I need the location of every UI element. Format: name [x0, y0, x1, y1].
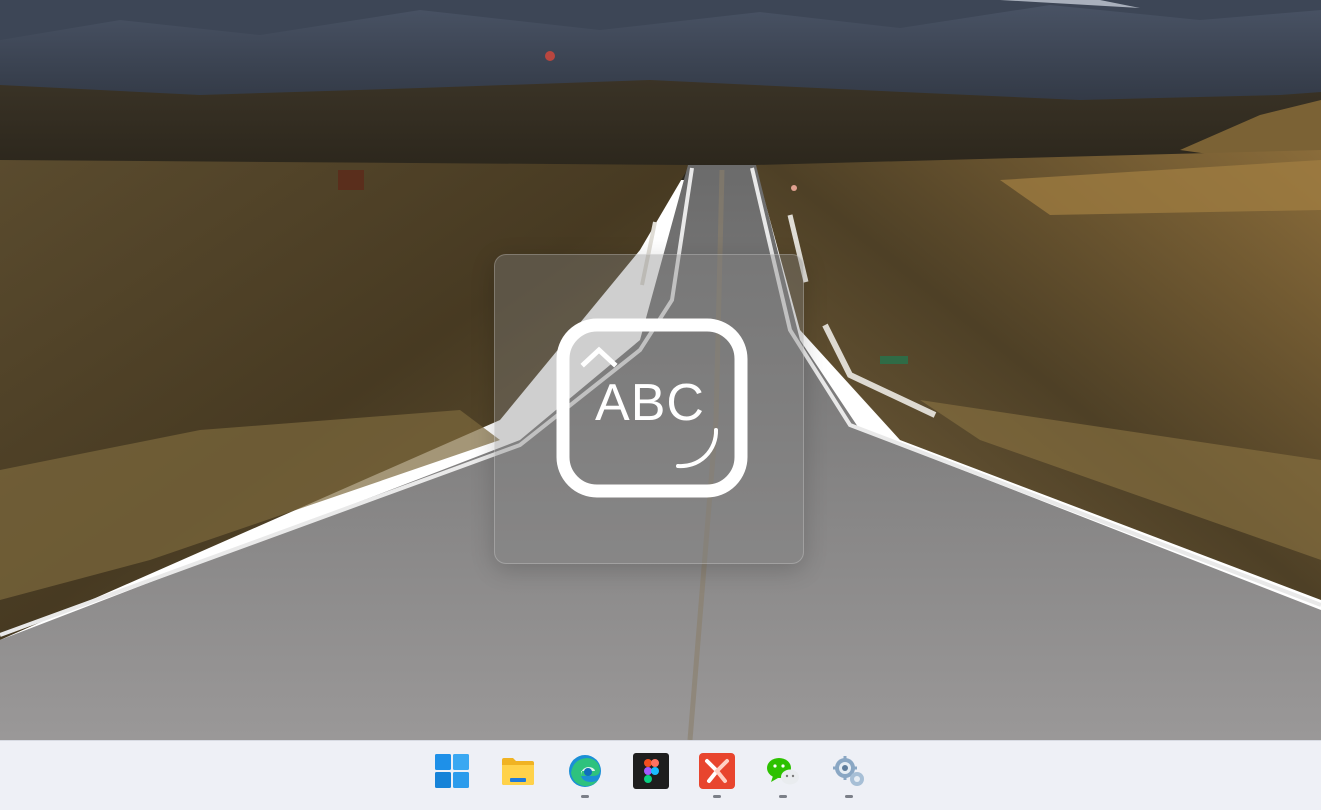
desktop: ABC [0, 0, 1321, 810]
settings-button[interactable] [826, 751, 872, 801]
folder-icon [502, 758, 534, 785]
caps-lock-indicator: ABC [494, 254, 804, 564]
xmind-icon [699, 753, 735, 789]
caps-lock-label: ABC [595, 374, 705, 432]
running-indicator [845, 795, 853, 798]
windows-start-icon [435, 754, 469, 788]
file-explorer-button[interactable] [495, 751, 541, 801]
running-indicator [779, 795, 787, 798]
wechat-button[interactable] [760, 751, 806, 801]
figma-button[interactable] [628, 751, 674, 801]
wechat-icon [767, 758, 799, 785]
edge-browser-button[interactable] [562, 751, 608, 801]
running-indicator [713, 795, 721, 798]
gears-icon [833, 756, 864, 786]
edge-browser-icon [569, 755, 601, 787]
taskbar [0, 740, 1321, 810]
figma-icon [633, 753, 669, 789]
xmind-button[interactable] [694, 751, 740, 801]
running-indicator [581, 795, 589, 798]
start-button[interactable] [429, 751, 475, 801]
